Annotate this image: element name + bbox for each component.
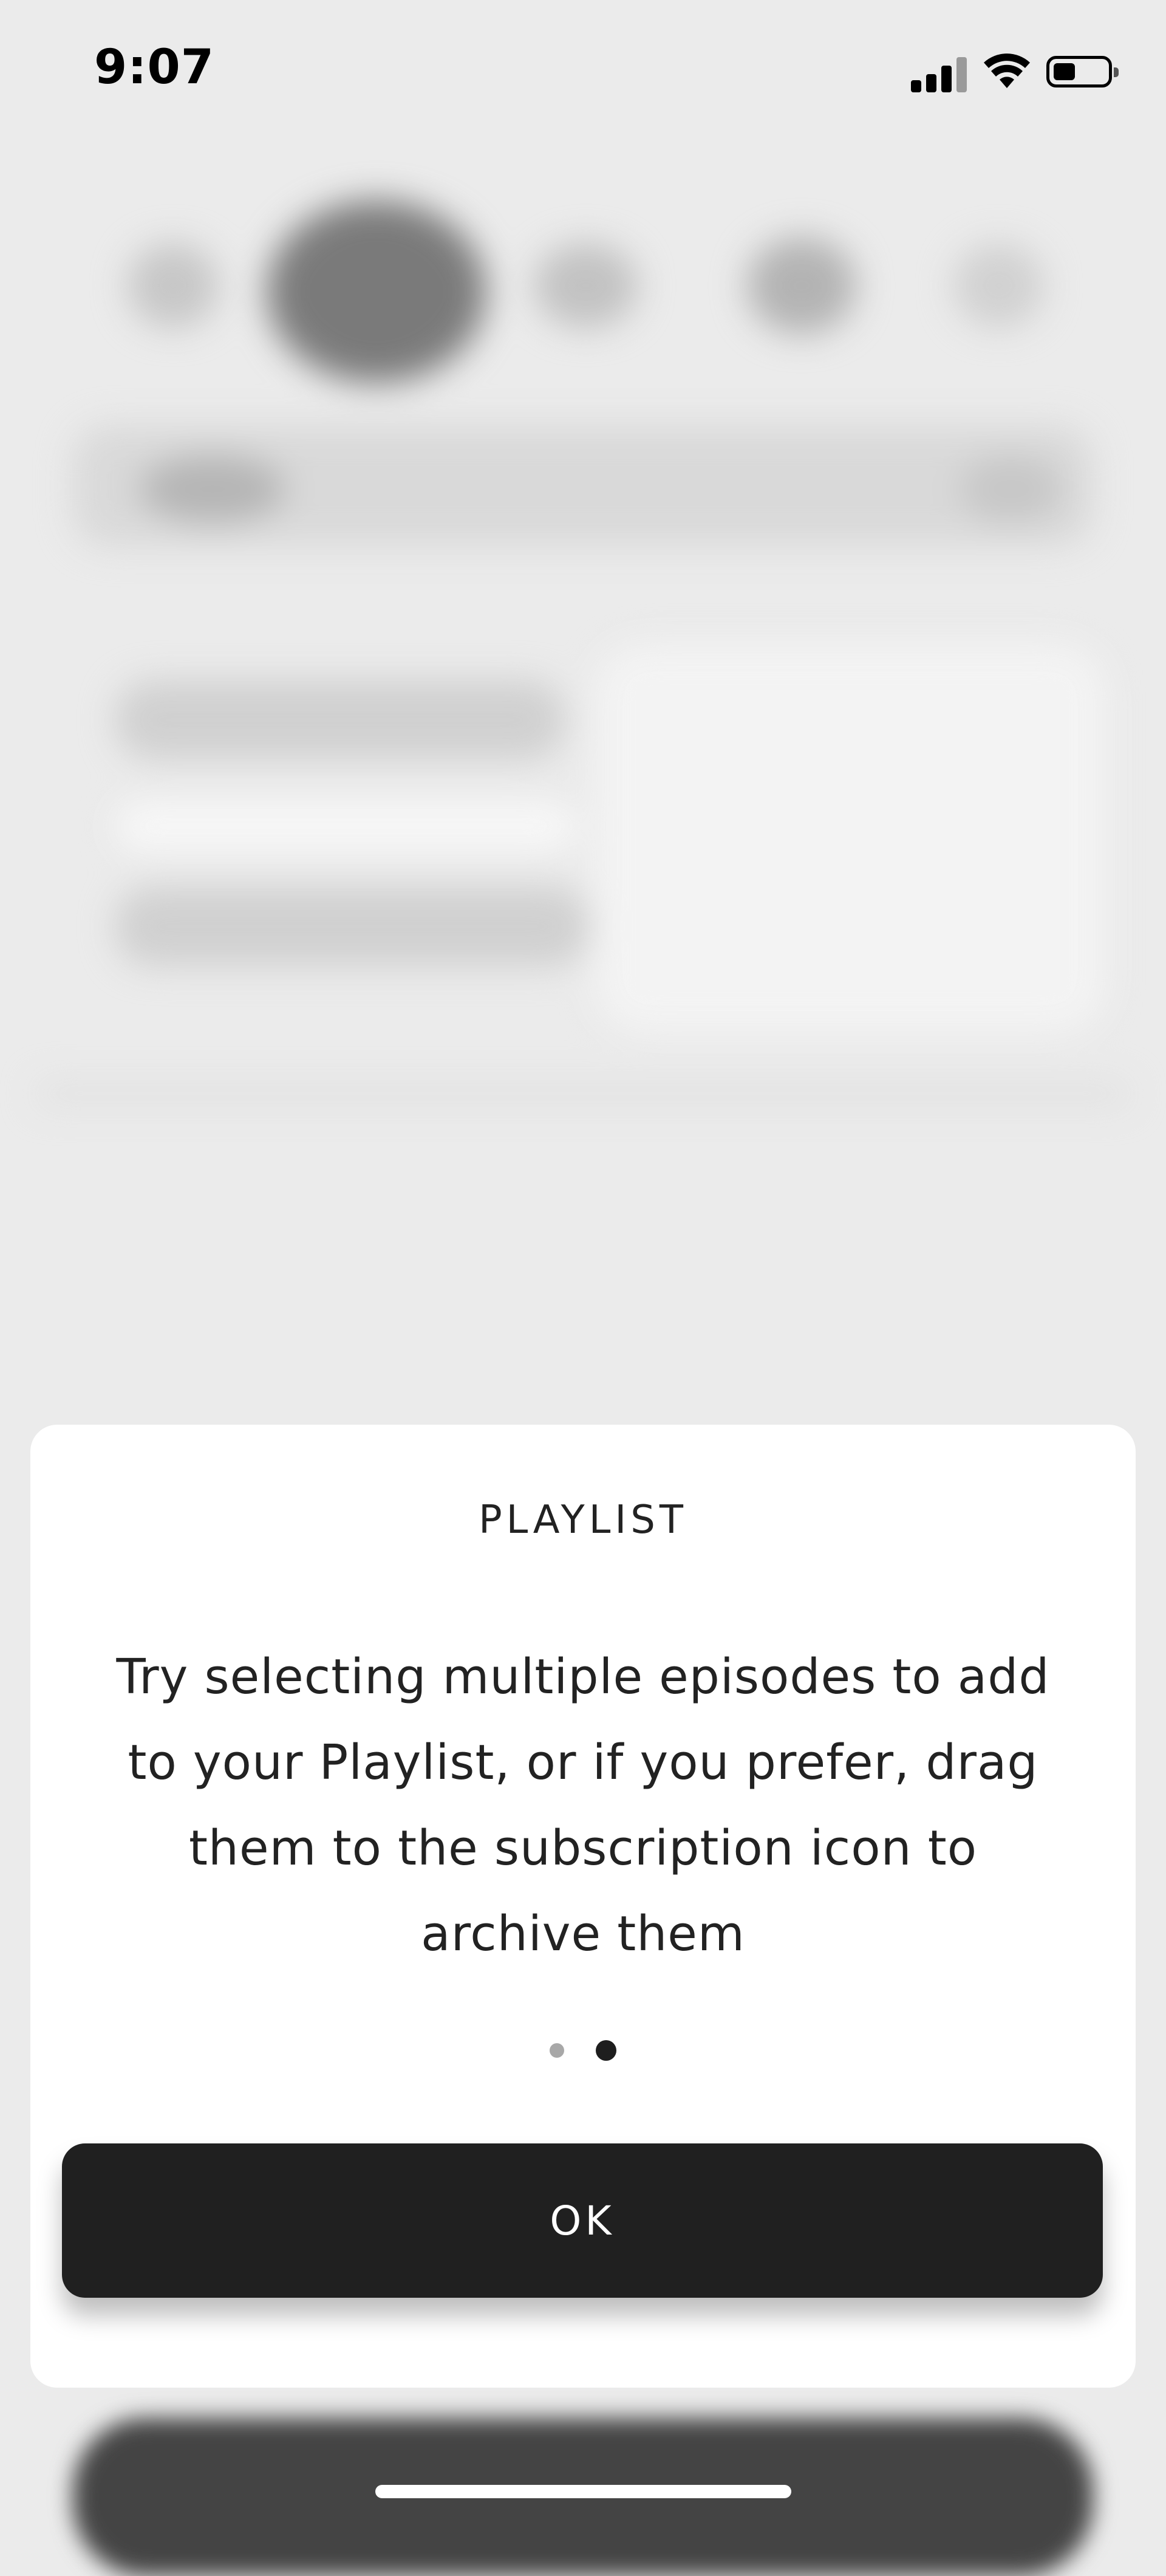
status-bar: 9:07 xyxy=(0,0,1166,140)
blurred-text-line xyxy=(115,802,577,851)
blurred-avatar-icon xyxy=(267,200,486,383)
blurred-avatar-icon xyxy=(534,243,638,328)
wifi-icon xyxy=(984,53,1030,88)
blurred-icon xyxy=(140,456,285,522)
blurred-card xyxy=(595,644,1105,1033)
page-dot-2-active[interactable] xyxy=(596,2040,616,2061)
blurred-icon xyxy=(960,456,1063,522)
cellular-signal-icon xyxy=(911,55,969,92)
page-indicator[interactable] xyxy=(30,2040,1136,2064)
blurred-text-line xyxy=(115,887,589,966)
sheet-message: Try selecting multiple episodes to add t… xyxy=(116,1649,1050,1962)
blurred-avatar-icon xyxy=(953,243,1045,328)
page-dot-1[interactable] xyxy=(550,2043,564,2058)
home-indicator[interactable] xyxy=(375,2485,791,2498)
blurred-avatar-icon xyxy=(128,243,219,328)
blurred-text-line xyxy=(115,680,565,759)
status-time: 9:07 xyxy=(94,40,215,95)
battery-icon xyxy=(1046,56,1119,87)
tutorial-sheet: PLAYLIST Try selecting multiple episodes… xyxy=(30,1425,1136,2388)
blurred-avatar-icon xyxy=(747,237,856,334)
sheet-title: PLAYLIST xyxy=(479,1498,687,1543)
blurred-divider xyxy=(36,1081,1130,1106)
ok-button[interactable]: OK xyxy=(62,2143,1103,2298)
